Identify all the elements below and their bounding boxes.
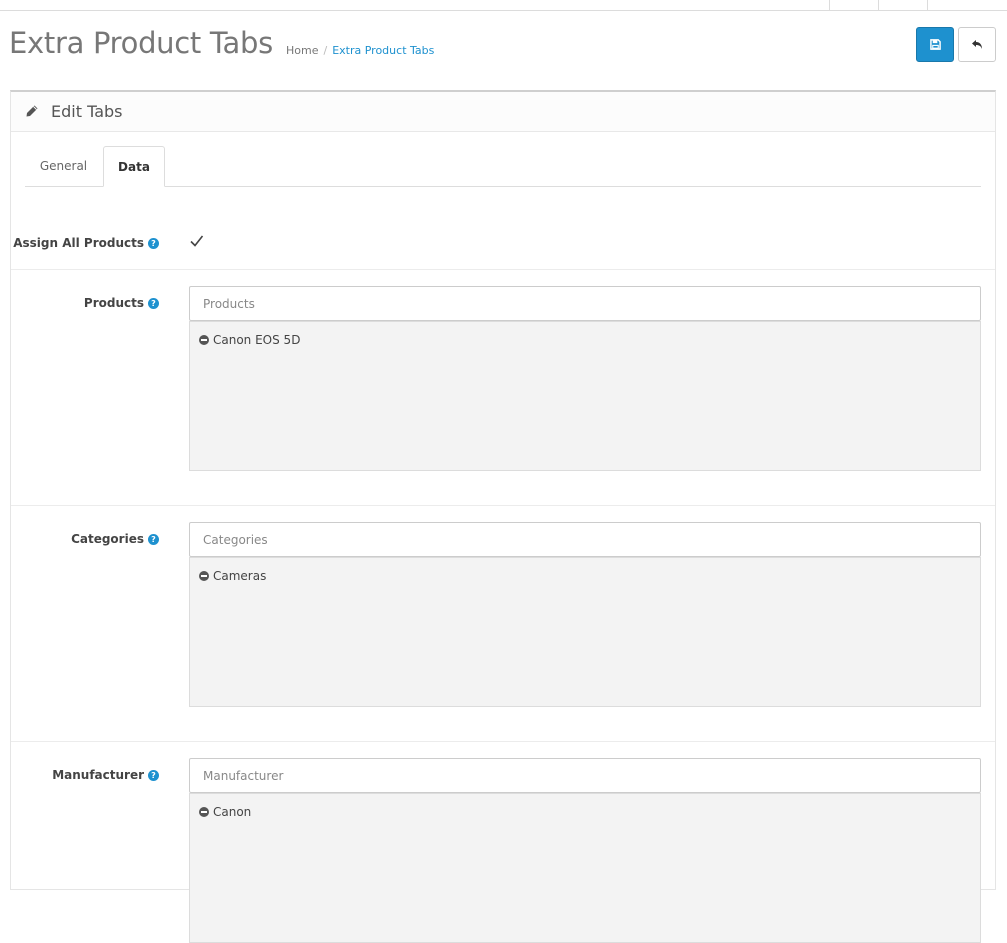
- checkmark-icon: [190, 235, 204, 247]
- remove-icon[interactable]: [199, 335, 209, 345]
- reply-icon: [972, 40, 982, 49]
- remove-icon[interactable]: [199, 807, 209, 817]
- save-icon: [929, 39, 941, 50]
- product-item-label: Canon EOS 5D: [213, 333, 301, 347]
- manufacturer-item-label: Canon: [213, 805, 252, 819]
- categories-input[interactable]: [189, 522, 981, 557]
- manufacturer-list: Canon: [189, 793, 981, 943]
- navbar-divider: [878, 0, 879, 10]
- products-label-text: Products: [83, 296, 144, 310]
- form-divider: [11, 269, 995, 270]
- form-divider: [11, 505, 995, 506]
- categories-list: Cameras: [189, 557, 981, 707]
- panel-heading: Edit Tabs: [11, 92, 995, 132]
- list-item: Canon EOS 5D: [199, 333, 300, 347]
- pencil-icon: [26, 105, 38, 117]
- list-item: Cameras: [199, 569, 266, 583]
- help-icon[interactable]: ?: [148, 298, 159, 309]
- help-icon[interactable]: ?: [148, 534, 159, 545]
- products-input[interactable]: [189, 286, 981, 321]
- assign-all-label-text: Assign All Products: [13, 236, 144, 250]
- assign-all-label: Assign All Products?: [13, 236, 159, 250]
- page-title: Extra Product Tabs: [9, 26, 273, 60]
- breadcrumb-separator: /: [323, 44, 328, 57]
- list-item: Canon: [199, 805, 251, 819]
- assign-all-checkbox[interactable]: [189, 233, 205, 249]
- category-item-label: Cameras: [213, 569, 267, 583]
- tab-data[interactable]: Data: [103, 146, 165, 187]
- breadcrumb-current-link[interactable]: Extra Product Tabs: [332, 44, 434, 57]
- breadcrumb-home-link[interactable]: Home: [286, 44, 318, 57]
- help-icon[interactable]: ?: [148, 238, 159, 249]
- navbar-divider: [829, 0, 830, 10]
- categories-label-text: Categories: [71, 532, 144, 546]
- breadcrumb: Home / Extra Product Tabs: [286, 44, 434, 57]
- top-navbar: [0, 0, 1007, 11]
- form-divider: [11, 741, 995, 742]
- products-list: Canon EOS 5D: [189, 321, 981, 471]
- help-icon[interactable]: ?: [148, 770, 159, 781]
- manufacturer-label-text: Manufacturer: [52, 768, 144, 782]
- navbar-divider: [927, 0, 928, 10]
- tab-bar: General Data: [25, 146, 981, 187]
- categories-label: Categories?: [71, 532, 159, 546]
- tab-general[interactable]: General: [25, 146, 102, 186]
- products-label: Products?: [84, 296, 159, 310]
- panel-title: Edit Tabs: [51, 102, 123, 121]
- remove-icon[interactable]: [199, 571, 209, 581]
- manufacturer-label: Manufacturer?: [52, 768, 159, 782]
- back-button[interactable]: [958, 27, 996, 62]
- save-button[interactable]: [916, 27, 954, 62]
- manufacturer-input[interactable]: [189, 758, 981, 793]
- edit-tabs-panel: Edit Tabs General Data Assign All Produc…: [10, 90, 996, 943]
